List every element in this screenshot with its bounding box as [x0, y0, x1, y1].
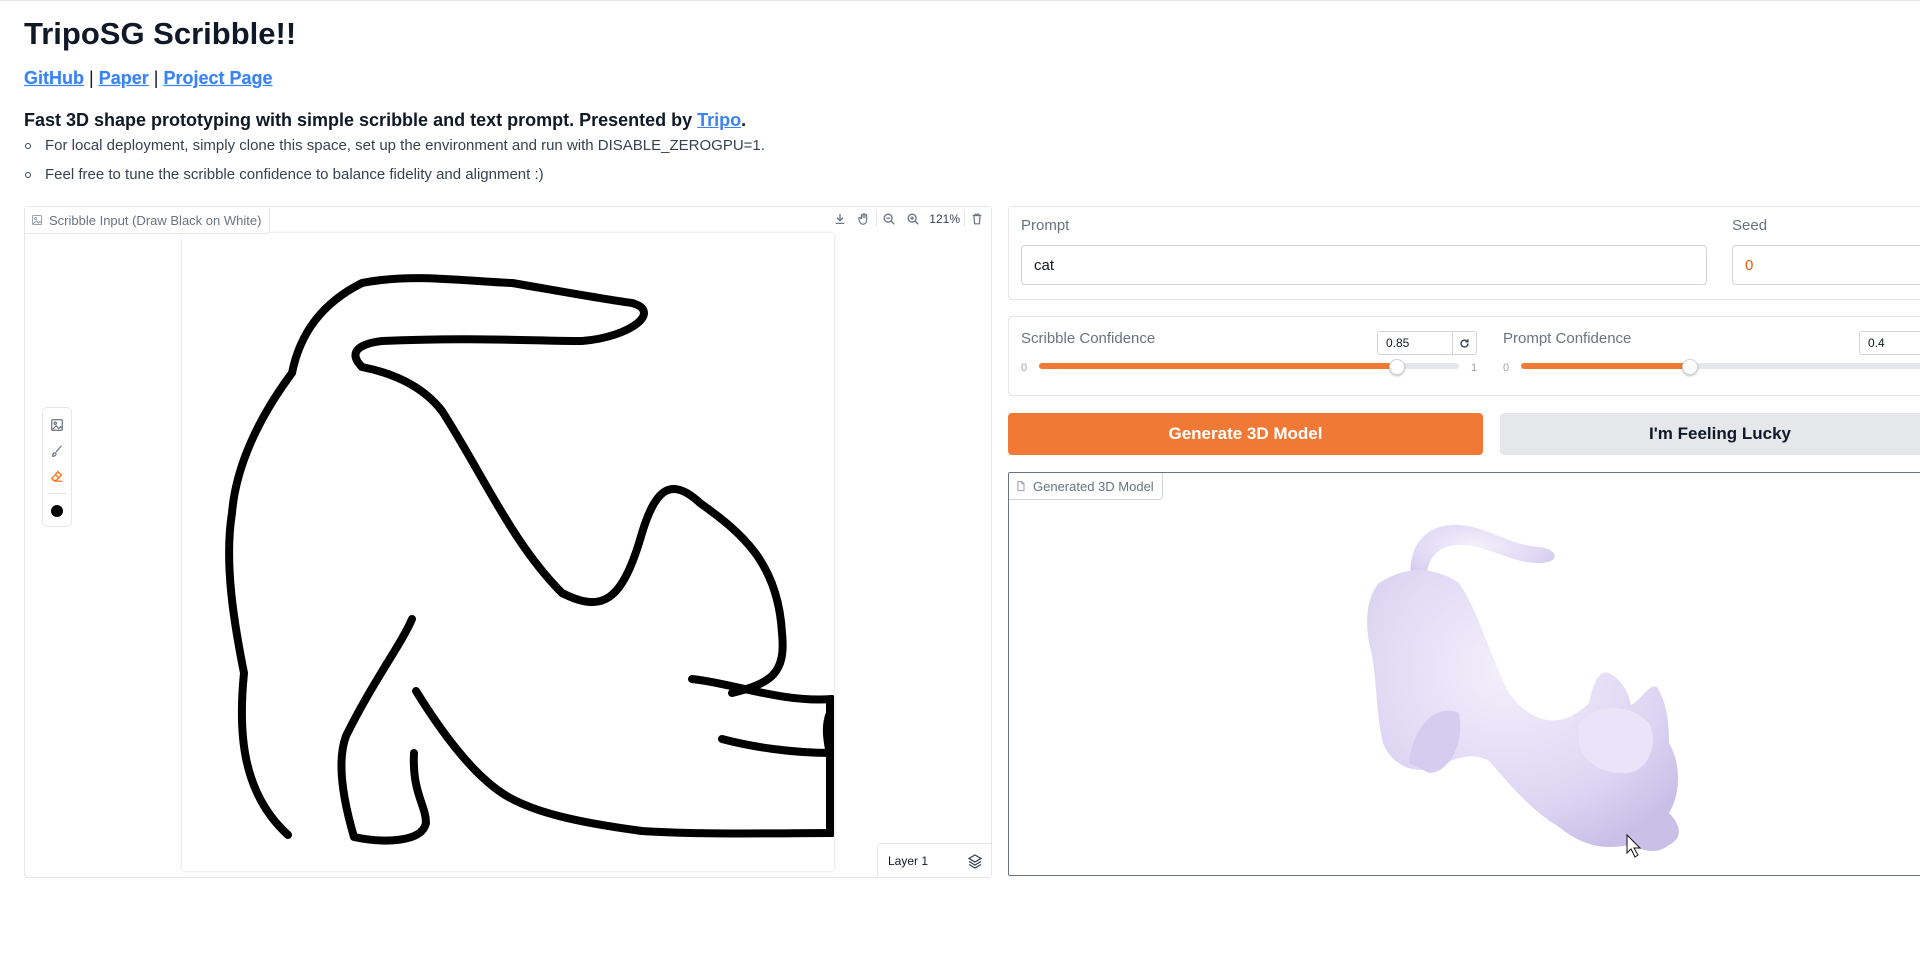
scribble-panel-label: Scribble Input (Draw Black on White) — [25, 207, 271, 234]
cat-3d-model — [1367, 524, 1679, 858]
prompt-input[interactable]: cat — [1021, 245, 1707, 285]
scribble-drawing — [225, 274, 834, 845]
cat-body-outline — [225, 274, 787, 839]
feeling-lucky-button[interactable]: I'm Feeling Lucky — [1500, 413, 1920, 455]
image-icon[interactable] — [46, 414, 68, 436]
paper-link[interactable]: Paper — [99, 68, 149, 88]
download-icon[interactable] — [828, 207, 852, 231]
drawing-canvas[interactable] — [182, 233, 834, 871]
layer-selector[interactable]: Layer 1 — [877, 843, 991, 877]
list-item: Feel free to tune the scribble confidenc… — [24, 165, 765, 194]
pan-icon[interactable] — [852, 207, 876, 231]
intro-sentence: Fast 3D shape prototyping with simple sc… — [24, 110, 698, 130]
link-separator: | — [153, 68, 159, 88]
top-border — [0, 0, 1920, 1]
prompt-confidence-label: Prompt Confidence — [1503, 330, 1632, 347]
github-link[interactable]: GitHub — [24, 68, 84, 88]
intro-period: . — [741, 110, 747, 130]
intro-text: Fast 3D shape prototyping with simple sc… — [24, 110, 746, 131]
cat-front-leg-back — [337, 615, 430, 845]
scribble-confidence-label: Scribble Confidence — [1021, 330, 1156, 347]
generate-button[interactable]: Generate 3D Model — [1008, 413, 1483, 455]
link-separator: | — [89, 68, 94, 88]
file-icon — [1017, 480, 1025, 492]
prompt-confidence-input[interactable]: 0.4 — [1859, 331, 1920, 355]
prompt-confidence-slider[interactable] — [1521, 359, 1920, 375]
cat-chest-outline — [412, 687, 834, 838]
reset-icon[interactable] — [1453, 331, 1477, 355]
scribble-confidence-input[interactable]: 0.85 — [1377, 331, 1453, 355]
info-list: For local deployment, simply clone this … — [24, 136, 765, 194]
seed-input[interactable]: 0 — [1732, 245, 1920, 285]
trash-icon[interactable] — [965, 207, 989, 231]
slider-fill — [1521, 363, 1689, 369]
model-viewer[interactable]: Generated 3D Model — [1008, 472, 1920, 876]
project-page-link[interactable]: Project Page — [163, 68, 272, 88]
prompt-seed-group: Prompt cat Seed 0 — [1008, 206, 1920, 300]
scribble-max: 1 — [1471, 362, 1478, 374]
image-icon — [31, 214, 43, 226]
eraser-icon[interactable] — [46, 466, 68, 488]
model-label-text: Generated 3D Model — [1033, 478, 1154, 494]
canvas-toolbar: 121% — [828, 207, 989, 231]
layers-icon — [967, 853, 983, 869]
zoom-in-icon[interactable] — [901, 207, 925, 231]
scribble-label-text: Scribble Input (Draw Black on White) — [49, 212, 262, 228]
prompt-min: 0 — [1503, 362, 1510, 374]
zoom-out-icon[interactable] — [877, 207, 901, 231]
model-panel-label: Generated 3D Model — [1009, 473, 1163, 500]
drawing-tools — [42, 407, 72, 527]
cat-paw-lower — [718, 735, 834, 757]
tripo-link[interactable]: Tripo — [697, 110, 741, 130]
slider-thumb[interactable] — [1389, 359, 1405, 375]
scribble-min: 0 — [1021, 362, 1028, 374]
seed-label: Seed — [1732, 217, 1768, 234]
list-item: For local deployment, simply clone this … — [24, 136, 765, 165]
color-swatch — [51, 505, 63, 518]
layer-name: Layer 1 — [888, 853, 929, 868]
header-links: GitHub | Paper | Project Page — [24, 68, 273, 89]
scribble-confidence-slider[interactable] — [1039, 359, 1459, 375]
slider-fill — [1039, 363, 1396, 369]
confidence-sliders: Scribble Confidence 0.85 0 1 Prompt Conf… — [1008, 316, 1920, 396]
prompt-label: Prompt — [1021, 217, 1070, 234]
model-body — [1367, 570, 1679, 851]
scribble-panel: Scribble Input (Draw Black on White) 121… — [24, 206, 992, 878]
brush-color-picker[interactable] — [46, 500, 68, 522]
brush-icon[interactable] — [46, 440, 68, 462]
slider-thumb[interactable] — [1682, 359, 1698, 375]
page-title: TripoSG Scribble!! — [24, 16, 297, 51]
tools-divider — [47, 493, 67, 495]
zoom-level: 121% — [929, 212, 960, 226]
cat-paw-tips — [822, 699, 834, 837]
